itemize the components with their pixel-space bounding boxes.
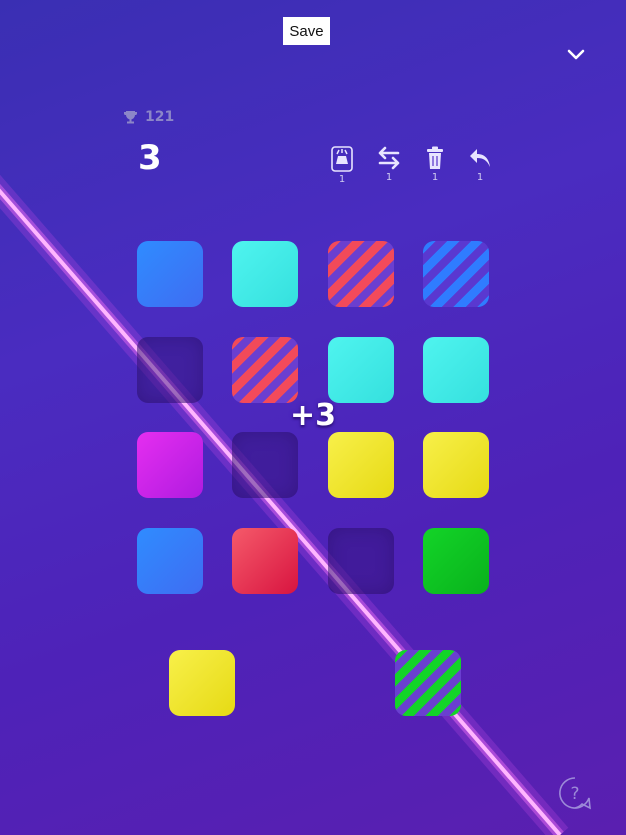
- next-tile-yellow[interactable]: [169, 650, 235, 716]
- bonus-popup: +3: [290, 398, 337, 433]
- tile-cyan[interactable]: [232, 241, 298, 307]
- undo-icon: [470, 149, 490, 167]
- tile-striped-red[interactable]: [328, 241, 394, 307]
- trophy-icon: [123, 111, 138, 124]
- undo-count: 1: [476, 172, 484, 183]
- svg-text:?: ?: [570, 784, 579, 804]
- tile-green[interactable]: [423, 528, 489, 594]
- swap-tool[interactable]: 1: [374, 146, 404, 183]
- save-button[interactable]: Save: [283, 17, 330, 45]
- magic-hat-icon: [331, 146, 353, 172]
- tile-blue[interactable]: [137, 241, 203, 307]
- tile-yellow[interactable]: [423, 432, 489, 498]
- trash-count: 1: [431, 172, 439, 183]
- best-score: 121: [123, 109, 174, 125]
- swap-icon: [378, 146, 400, 170]
- tile-magenta[interactable]: [137, 432, 203, 498]
- tile-striped-red[interactable]: [232, 337, 298, 403]
- empty-cell[interactable]: [137, 337, 203, 403]
- empty-cell[interactable]: [232, 432, 298, 498]
- tile-blue[interactable]: [137, 528, 203, 594]
- best-score-value: 121: [145, 109, 175, 125]
- chevron-down-icon[interactable]: [565, 45, 587, 65]
- tile-cyan[interactable]: [423, 337, 489, 403]
- magic-hat-count: 1: [338, 174, 346, 185]
- tile-yellow[interactable]: [328, 432, 394, 498]
- help-icon[interactable]: ?: [558, 776, 592, 810]
- empty-cell[interactable]: [328, 528, 394, 594]
- swap-count: 1: [385, 172, 393, 183]
- tile-red[interactable]: [232, 528, 298, 594]
- trash-tool[interactable]: 1: [420, 146, 450, 183]
- current-score: 3: [138, 138, 162, 178]
- magic-hat-tool[interactable]: 1: [327, 146, 357, 185]
- trash-icon: [427, 146, 443, 169]
- undo-tool[interactable]: 1: [465, 146, 495, 183]
- tile-striped-blue[interactable]: [423, 241, 489, 307]
- tile-cyan[interactable]: [328, 337, 394, 403]
- next-tile-striped-green[interactable]: [395, 650, 461, 716]
